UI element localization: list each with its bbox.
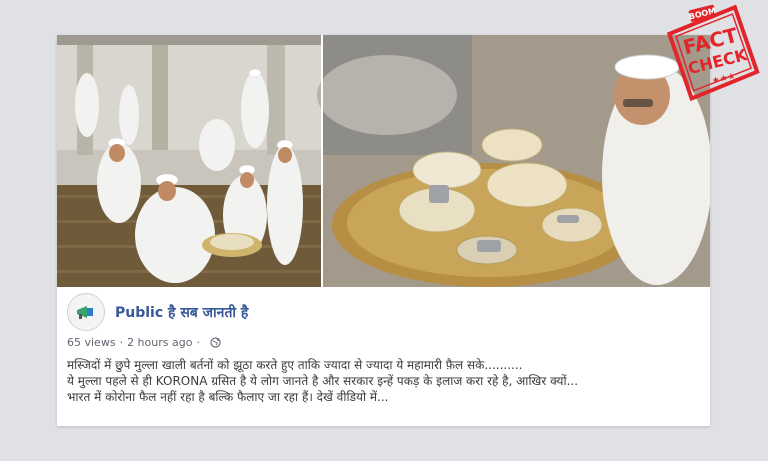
page-name-link[interactable]: Public है सब जानती है	[115, 303, 248, 322]
post-text-line: भारत में कोरोना फैल नहीं रहा है बल्कि फै…	[67, 390, 389, 404]
fact-check-stamp: BOOM FACT CHECK ★★★	[666, 4, 760, 102]
megaphone-icon	[77, 306, 93, 319]
post-header: Public है सब जानती है	[67, 292, 667, 332]
post-body-text: मस्जिदों में छुपे मुल्ला खाली बर्तनों को…	[67, 357, 707, 405]
globe-icon[interactable]	[210, 337, 221, 348]
view-count: 65 views	[67, 336, 116, 349]
meta-separator-2: ·	[196, 336, 200, 349]
post-timestamp[interactable]: 2 hours ago	[127, 336, 192, 349]
avatar-text	[68, 298, 104, 304]
post-text-line: ये मुल्ला पहले से ही KORONA ग्रसित है ये…	[67, 374, 579, 388]
page-avatar[interactable]	[67, 293, 105, 331]
post-video-thumbnail[interactable]	[57, 35, 710, 287]
meta-separator: ·	[119, 336, 124, 349]
post-text-line: मस्जिदों में छुपे मुल्ला खाली बर्तनों को…	[67, 358, 523, 372]
post-meta: 65 views · 2 hours ago ·	[67, 336, 221, 349]
facebook-post-card: Public है सब जानती है 65 views · 2 hours…	[57, 35, 710, 426]
